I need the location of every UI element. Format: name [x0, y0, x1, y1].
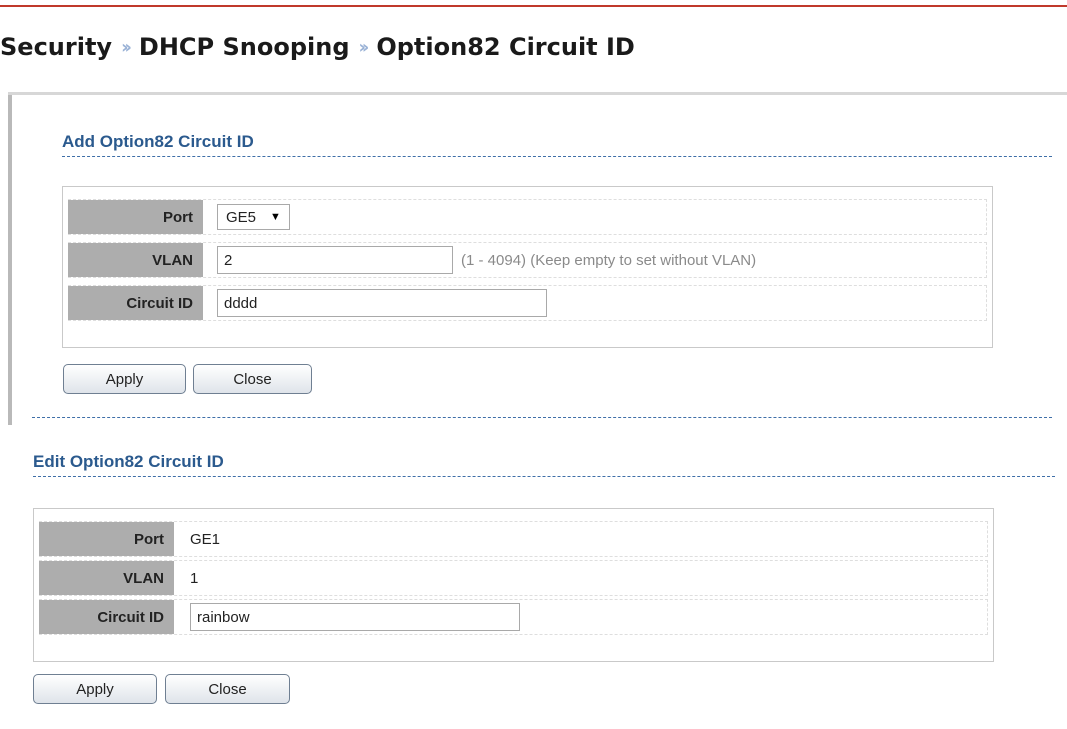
- edit-port-value: GE1: [190, 530, 221, 548]
- edit-vlan-label: VLAN: [39, 561, 174, 595]
- edit-port-label: Port: [39, 522, 174, 556]
- edit-circuit-id-input[interactable]: rainbow: [190, 603, 520, 631]
- edit-section-divider: [33, 476, 1055, 477]
- edit-form-panel: Port GE1 VLAN 1 Circuit ID rainbow: [33, 508, 994, 662]
- add-section-bottom-divider: [32, 417, 1052, 418]
- edit-close-button[interactable]: Close: [165, 674, 290, 704]
- add-apply-button[interactable]: Apply: [63, 364, 186, 394]
- add-port-row: Port GE5 ▼: [68, 199, 987, 235]
- edit-circuit-id-row: Circuit ID rainbow: [39, 599, 988, 635]
- breadcrumb-separator-icon: ››: [358, 36, 370, 58]
- page-header: Security ›› DHCP Snooping ›› Option82 Ci…: [0, 7, 1067, 95]
- add-circuit-id-cell: dddd: [217, 286, 547, 320]
- add-vlan-row: VLAN 2 (1 - 4094) (Keep empty to set wit…: [68, 242, 987, 278]
- add-port-cell: GE5 ▼: [217, 200, 290, 234]
- breadcrumb-dhcp-snooping[interactable]: DHCP Snooping: [139, 33, 350, 61]
- edit-circuit-id-cell: rainbow: [190, 600, 520, 634]
- add-vlan-label: VLAN: [68, 243, 203, 277]
- edit-vlan-value: 1: [190, 569, 199, 587]
- add-form-panel: Port GE5 ▼ VLAN 2 (1 - 4094) (Keep empty…: [62, 186, 993, 348]
- add-port-select[interactable]: GE5 ▼: [217, 204, 290, 230]
- breadcrumb-separator-icon: ››: [121, 36, 132, 58]
- add-section-divider: [62, 156, 1052, 157]
- add-circuit-id-row: Circuit ID dddd: [68, 285, 987, 321]
- left-frame-border: [8, 95, 12, 425]
- add-vlan-hint: (1 - 4094) (Keep empty to set without VL…: [461, 251, 757, 269]
- edit-vlan-row: VLAN 1: [39, 560, 988, 596]
- add-circuit-id-input[interactable]: dddd: [217, 289, 547, 317]
- breadcrumb: Security ›› DHCP Snooping ›› Option82 Ci…: [0, 27, 635, 67]
- add-circuit-id-label: Circuit ID: [68, 286, 203, 320]
- add-close-button[interactable]: Close: [193, 364, 312, 394]
- header-divider: [8, 92, 1067, 95]
- edit-apply-button[interactable]: Apply: [33, 674, 157, 704]
- add-vlan-input[interactable]: 2: [217, 246, 453, 274]
- add-section-title: Add Option82 Circuit ID: [62, 132, 254, 151]
- add-vlan-cell: 2 (1 - 4094) (Keep empty to set without …: [217, 243, 756, 277]
- add-port-selected-value: GE5: [226, 208, 257, 226]
- page-title: Option82 Circuit ID: [376, 33, 635, 61]
- edit-circuit-id-label: Circuit ID: [39, 600, 174, 634]
- edit-section-title: Edit Option82 Circuit ID: [33, 452, 224, 471]
- edit-port-row: Port GE1: [39, 521, 988, 557]
- breadcrumb-security[interactable]: Security: [0, 33, 112, 61]
- add-port-label: Port: [68, 200, 203, 234]
- chevron-down-icon: ▼: [270, 211, 281, 223]
